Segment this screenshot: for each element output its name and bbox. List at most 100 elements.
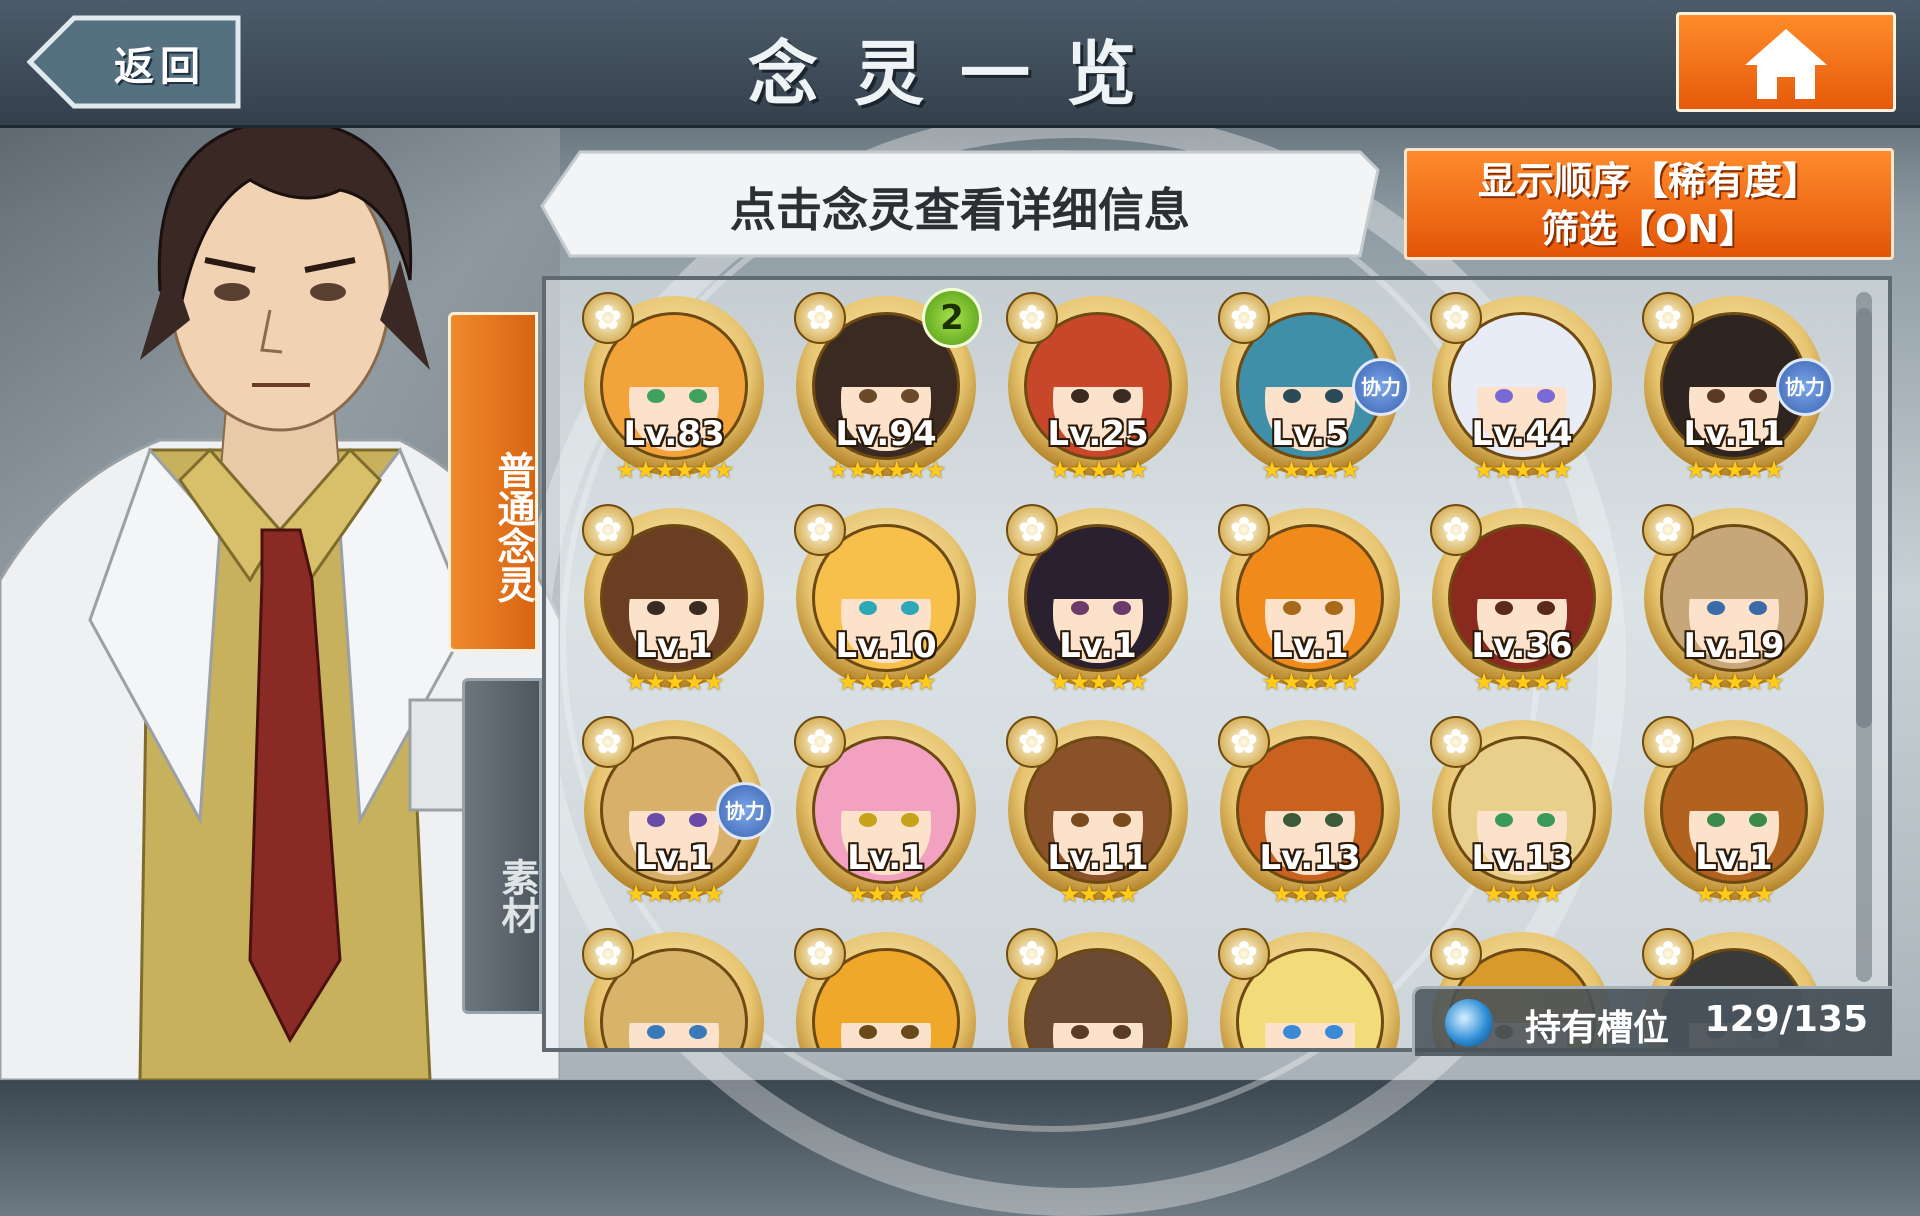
portrait-hair (1037, 753, 1165, 811)
slot-count: 129/135 (1704, 999, 1868, 1040)
spirit-card[interactable]: ✿ 协力 Lv.1 ★★★★★ (582, 716, 774, 908)
portrait-hair (1673, 541, 1801, 599)
spirit-card[interactable]: ✿ Lv.11 ★★★★ (1006, 716, 1188, 908)
spirit-card[interactable]: ✿ Lv.13 ★★★★ (1218, 716, 1400, 908)
spirit-card[interactable]: ✿ (582, 928, 764, 1048)
rank-flower-icon: ✿ (794, 716, 846, 768)
spirit-level: Lv.25 (1047, 414, 1149, 454)
portrait-eye (1071, 601, 1089, 615)
rank-flower-icon: ✿ (1642, 716, 1694, 768)
assist-badge: 协力 (1776, 358, 1834, 416)
portrait-eye (1495, 389, 1513, 403)
portrait-eye (1325, 389, 1343, 403)
portrait-hair (1249, 753, 1377, 811)
spirit-card[interactable]: ✿ 2 Lv.94 ★★★★★★ (794, 288, 982, 484)
portrait-hair (613, 329, 741, 387)
spirit-card[interactable]: ✿ (1218, 928, 1400, 1048)
portrait-hair (1249, 541, 1377, 599)
portrait-hair (1037, 329, 1165, 387)
spirit-card[interactable]: ✿ (1006, 928, 1188, 1048)
rank-flower-icon: ✿ (1642, 292, 1694, 344)
portrait-hair (613, 965, 741, 1023)
spirit-card[interactable]: ✿ Lv.1 ★★★★ (794, 716, 976, 908)
rank-flower-icon: ✿ (1642, 504, 1694, 556)
portrait-hair (1037, 541, 1165, 599)
spirit-card[interactable]: ✿ Lv.1 ★★★★★ (1006, 504, 1188, 696)
spirit-level: Lv.11 (1047, 838, 1149, 878)
spirit-card[interactable]: ✿ 协力 Lv.11 ★★★★★ (1642, 292, 1834, 484)
tab-materials[interactable]: 素材 (462, 678, 542, 1014)
tab-normal-spirits[interactable]: 普通念灵 (448, 312, 538, 652)
spirit-level: Lv.11 (1683, 414, 1785, 454)
portrait-eye (1283, 601, 1301, 615)
page-title: 念灵一览 (748, 33, 1172, 115)
spirit-card[interactable]: ✿ Lv.10 ★★★★★ (794, 504, 976, 696)
portrait-eye (647, 601, 665, 615)
rank-flower-icon: ✿ (1006, 928, 1058, 980)
spirit-card[interactable]: ✿ Lv.1 ★★★★ (1642, 716, 1824, 908)
spirit-level: Lv.13 (1471, 838, 1573, 878)
rank-flower-icon: ✿ (582, 716, 634, 768)
rank-flower-icon: ✿ (794, 292, 846, 344)
portrait-eye (901, 813, 919, 827)
portrait-eye (901, 389, 919, 403)
slot-counter: 持有槽位 129/135 (1412, 986, 1892, 1056)
portrait-eye (1707, 813, 1725, 827)
rarity-stars: ★★★★★★ (827, 456, 946, 484)
portrait-eye (1283, 389, 1301, 403)
rarity-stars: ★★★★★ (1685, 668, 1785, 696)
portrait-eye (647, 1025, 665, 1039)
portrait-hair (1461, 753, 1589, 811)
portrait-eye (689, 601, 707, 615)
rank-flower-icon: ✿ (1218, 716, 1270, 768)
spirit-card[interactable]: ✿ Lv.36 ★★★★★ (1430, 504, 1612, 696)
portrait-eye (689, 1025, 707, 1039)
slot-label: 持有槽位 (1525, 1008, 1670, 1049)
spirit-card[interactable]: ✿ Lv.1 ★★★★★ (1218, 504, 1400, 696)
portrait-eye (1537, 389, 1555, 403)
portrait-eye (647, 389, 665, 403)
rarity-stars: ★★★★★ (1049, 668, 1149, 696)
portrait-eye (1283, 1025, 1301, 1039)
spirit-level: Lv.44 (1471, 414, 1573, 454)
portrait-eye (1707, 601, 1725, 615)
rarity-stars: ★★★★ (1270, 880, 1351, 908)
instruction-text: 点击念灵查看详细信息 (730, 183, 1190, 237)
rarity-stars: ★★★★★ (1685, 456, 1785, 484)
assist-badge: 协力 (716, 782, 774, 840)
portrait-eye (859, 389, 877, 403)
rarity-stars: ★★★★★ (625, 880, 725, 908)
portrait-eye (1113, 1025, 1131, 1039)
rarity-stars: ★★★★★ (1473, 668, 1573, 696)
rarity-stars: ★★★★ (1694, 880, 1775, 908)
rank-flower-icon: ✿ (1006, 716, 1058, 768)
rarity-stars: ★★★★ (1058, 880, 1139, 908)
spirit-level: Lv.1 (635, 838, 713, 878)
scrollbar-thumb[interactable] (1856, 308, 1872, 728)
portrait-eye (1325, 813, 1343, 827)
spirit-card[interactable]: ✿ Lv.13 ★★★★ (1430, 716, 1612, 908)
home-button[interactable] (1676, 12, 1896, 112)
portrait-eye (859, 601, 877, 615)
spirit-card[interactable]: ✿ Lv.25 ★★★★★ (1006, 292, 1188, 484)
spirit-card[interactable]: ✿ Lv.44 ★★★★★ (1430, 292, 1612, 484)
portrait-hair (825, 541, 953, 599)
instruction-banner: 点击念灵查看详细信息 (540, 150, 1380, 258)
spirit-card[interactable]: ✿ Lv.1 ★★★★★ (582, 504, 764, 696)
rank-flower-icon: ✿ (1218, 504, 1270, 556)
grid-scrollbar[interactable] (1856, 292, 1872, 982)
rarity-stars: ★★★★★ (1049, 456, 1149, 484)
spirit-card[interactable]: ✿ Lv.19 ★★★★★ (1642, 504, 1824, 696)
sort-filter-button[interactable]: 显示顺序【稀有度】 筛选【ON】 (1404, 148, 1894, 260)
rank-flower-icon: ✿ (1430, 928, 1482, 980)
sort-order-label: 显示顺序【稀有度】 (1477, 159, 1820, 203)
spirit-level: Lv.1 (1059, 626, 1137, 666)
portrait-eye (1071, 1025, 1089, 1039)
spirit-card[interactable]: ✿ (794, 928, 976, 1048)
portrait-eye (1325, 1025, 1343, 1039)
spirit-card[interactable]: ✿ 协力 Lv.5 ★★★★★ (1218, 292, 1410, 484)
rank-flower-icon: ✿ (1218, 928, 1270, 980)
portrait-eye (1113, 813, 1131, 827)
spirit-card[interactable]: ✿ Lv.83 ★★★★★★ (582, 292, 764, 484)
rank-flower-icon: ✿ (1006, 292, 1058, 344)
